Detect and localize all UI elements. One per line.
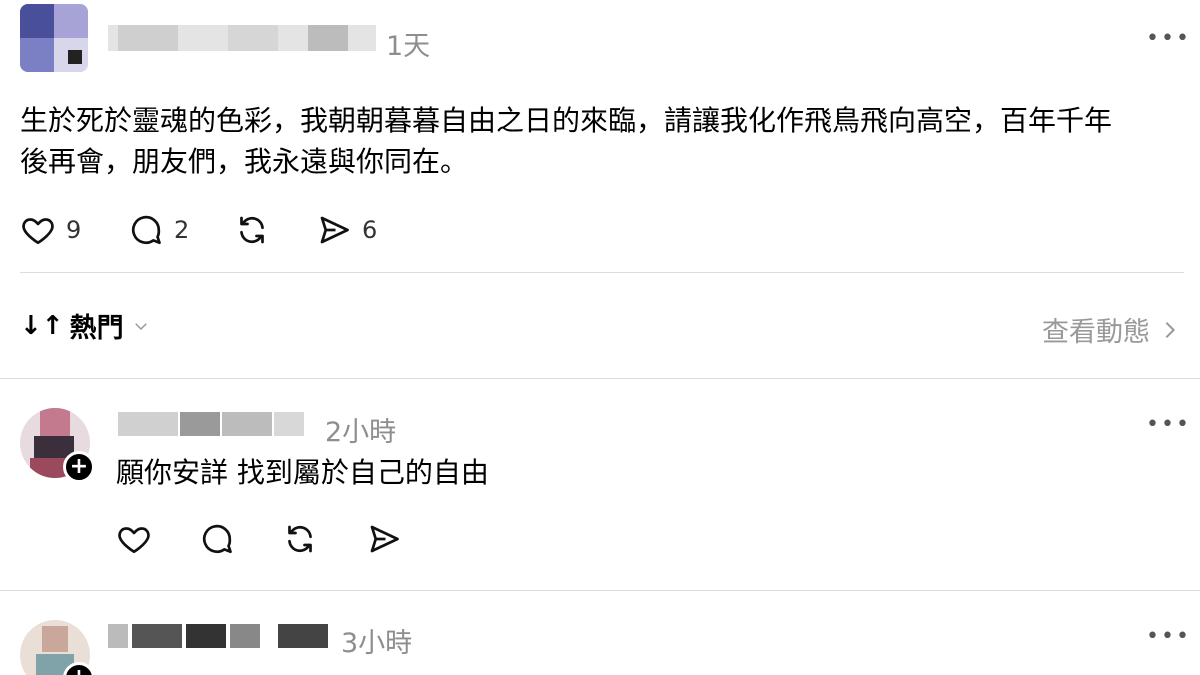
view-activity-label: 查看動態 [1042, 317, 1150, 348]
chevron-right-icon [1165, 321, 1176, 338]
post-divider [20, 272, 1184, 273]
comment-icon [131, 215, 161, 245]
like-count: 9 [66, 216, 82, 244]
reply-like-button[interactable] [116, 521, 152, 557]
reply-username-blurred[interactable] [118, 412, 308, 436]
chevron-down-icon [134, 322, 147, 330]
reply-divider [0, 590, 1200, 591]
post-text: 生於死於靈魂的色彩，我朝朝暮暮自由之日的來臨，請讓我化作飛鳥飛向高空，百年千年 … [20, 100, 1190, 182]
repost-icon [288, 525, 312, 553]
reply-timestamp-2: 3小時 [341, 628, 413, 659]
send-icon [320, 216, 349, 244]
reply-more-options-icon[interactable]: ••• [1146, 412, 1191, 437]
author-username-blurred[interactable] [108, 25, 376, 51]
heart-icon [118, 527, 150, 554]
heart-icon [22, 218, 54, 245]
repost-button[interactable] [234, 212, 270, 248]
sort-label: 熱門 [69, 313, 124, 344]
sort-dropdown[interactable]: ↓↑ 熱門 [20, 306, 150, 345]
share-button[interactable]: 6 [316, 212, 377, 248]
sort-arrows-icon: ↓↑ [20, 310, 64, 341]
comment-button[interactable]: 2 [128, 212, 189, 248]
send-icon [370, 525, 399, 553]
like-button[interactable]: 9 [20, 212, 81, 248]
comment-icon [202, 524, 232, 554]
reply-username-blurred-2[interactable] [108, 624, 333, 648]
post-text-line-2: 後再會，朋友們，我永遠與你同在。 [20, 145, 469, 178]
sort-divider [0, 378, 1200, 379]
reply-share-button[interactable] [366, 521, 402, 557]
view-activity-link[interactable]: 查看動態 [1042, 310, 1178, 349]
reply-comment-button[interactable] [199, 521, 235, 557]
comment-count: 2 [174, 216, 190, 244]
reply-more-options-icon-2[interactable]: ••• [1146, 624, 1191, 649]
reply-timestamp: 2小時 [325, 417, 397, 448]
post-timestamp: 1天 [386, 31, 431, 62]
repost-icon [240, 216, 264, 244]
follow-plus-icon[interactable]: + [63, 451, 95, 483]
author-avatar[interactable] [20, 4, 88, 72]
reply-repost-button[interactable] [282, 521, 318, 557]
more-options-icon[interactable]: ••• [1146, 26, 1191, 51]
post-text-line-1: 生於死於靈魂的色彩，我朝朝暮暮自由之日的來臨，請讓我化作飛鳥飛向高空，百年千年 [20, 104, 1113, 137]
share-count: 6 [362, 216, 378, 244]
reply-text: 願你安詳 找到屬於自己的自由 [116, 456, 489, 489]
